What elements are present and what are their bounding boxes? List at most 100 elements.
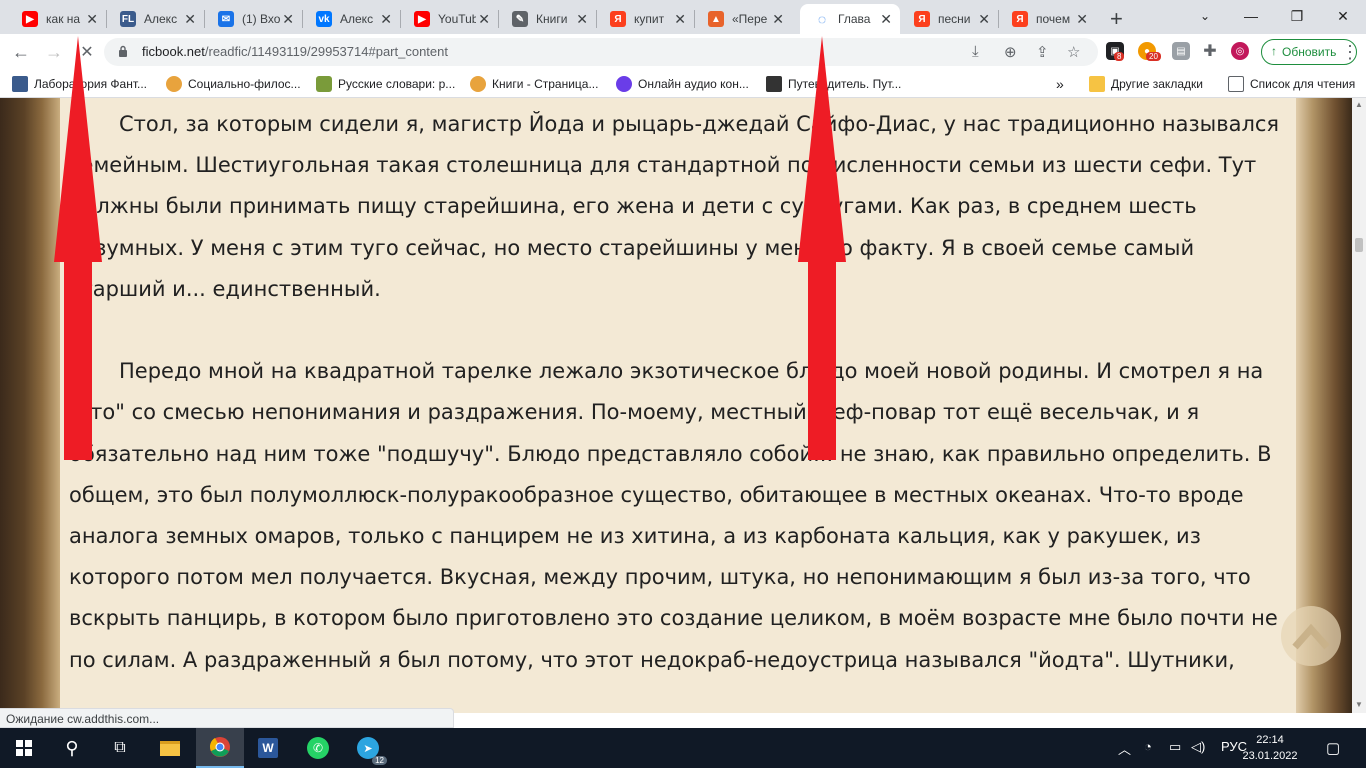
- extension-3-icon[interactable]: ▤: [1172, 42, 1190, 60]
- close-tab-icon[interactable]: ✕: [380, 11, 392, 28]
- notifications-icon[interactable]: ▢: [1326, 739, 1340, 757]
- close-tab-icon[interactable]: ✕: [282, 11, 294, 28]
- red-arrow-overlay-left: [54, 36, 102, 460]
- reading-list-label: Список для чтения: [1250, 77, 1356, 91]
- globe-icon: [470, 76, 486, 92]
- update-arrow-icon: ↑: [1271, 44, 1277, 58]
- close-tab-icon[interactable]: ✕: [674, 11, 686, 28]
- word-icon[interactable]: W: [244, 728, 292, 768]
- dictionary-icon: [316, 76, 332, 92]
- minimize-button[interactable]: —: [1228, 2, 1274, 30]
- close-tab-icon[interactable]: ✕: [1076, 11, 1088, 28]
- folder-icon: [1089, 76, 1105, 92]
- tab-1[interactable]: FL Алекс ✕: [106, 4, 204, 34]
- menu-kebab-icon[interactable]: ⋮: [1338, 40, 1362, 64]
- bookmark-label: Книги - Страница...: [492, 77, 599, 91]
- battery-icon[interactable]: ▭: [1169, 739, 1181, 755]
- tab-4[interactable]: ▶ YouTub ✕: [400, 4, 498, 34]
- tab-title: песни: [938, 12, 971, 26]
- tray-overflow-icon[interactable]: ︿: [1118, 739, 1131, 758]
- tab-8-active[interactable]: ◌ Глава ✕: [800, 4, 900, 34]
- bookmark-label: Русские словари: р...: [338, 77, 456, 91]
- browser-toolbar: ← → ✕ ficbook.net/readfic/11493119/29953…: [0, 34, 1366, 70]
- scroll-to-top-button[interactable]: [1281, 606, 1341, 666]
- profile-avatar[interactable]: ◎: [1231, 42, 1249, 60]
- zoom-icon[interactable]: ⊕: [1004, 43, 1017, 61]
- chapter-text: Стол, за которым сидели я, магистр Йода …: [69, 104, 1294, 681]
- mail-icon: ✉: [218, 11, 234, 27]
- install-icon[interactable]: ⤓: [972, 43, 979, 60]
- status-bubble: Ожидание cw.addthis.com...: [0, 708, 454, 728]
- share-icon[interactable]: ⇪: [1036, 43, 1049, 61]
- extension-1-icon[interactable]: ▣ 8: [1106, 42, 1125, 61]
- extension-2-icon[interactable]: ● 20: [1138, 42, 1161, 61]
- lock-icon: [119, 45, 127, 57]
- close-tab-icon[interactable]: ✕: [576, 11, 588, 28]
- paragraph: Стол, за которым сидели я, магистр Йода …: [69, 112, 1280, 301]
- page-scrollbar[interactable]: ▲ ▼: [1352, 98, 1366, 713]
- tab-title: купит: [634, 12, 665, 26]
- telegram-icon[interactable]: ➤ 12: [344, 728, 392, 768]
- other-bookmarks[interactable]: Другие закладки: [1089, 76, 1203, 92]
- tab-7[interactable]: ▲ «Пере ✕: [694, 4, 792, 34]
- url-path: /readfic/11493119/29953714#part_content: [204, 44, 448, 59]
- other-bookmarks-label: Другие закладки: [1111, 77, 1203, 91]
- back-button[interactable]: ←: [9, 40, 33, 64]
- more-bookmarks-button[interactable]: »: [1056, 76, 1064, 92]
- close-tab-icon[interactable]: ✕: [978, 11, 990, 28]
- tab-0[interactable]: ▶ как на ✕: [8, 4, 106, 34]
- puzzle-icon[interactable]: ✚: [1201, 42, 1219, 60]
- tab-2[interactable]: ✉ (1) Вхо ✕: [204, 4, 302, 34]
- network-icon[interactable]: ◔: [1144, 739, 1152, 754]
- address-bar[interactable]: ficbook.net/readfic/11493119/29953714#pa…: [104, 38, 1098, 66]
- tab-5[interactable]: ✎ Книги ✕: [498, 4, 596, 34]
- file-explorer-icon[interactable]: [146, 728, 194, 768]
- bookmark-item[interactable]: Русские словари: р...: [316, 76, 455, 92]
- whatsapp-icon[interactable]: ✆: [294, 728, 342, 768]
- chrome-icon[interactable]: [196, 728, 244, 768]
- youtube-icon: ▶: [414, 11, 430, 27]
- close-tab-icon[interactable]: ✕: [184, 11, 196, 28]
- bookmark-item[interactable]: Социально-филос...: [166, 76, 301, 92]
- volume-icon[interactable]: ◁): [1191, 739, 1205, 755]
- tab-search-icon[interactable]: ⌄: [1182, 2, 1228, 30]
- restore-button[interactable]: ❐: [1274, 2, 1320, 30]
- close-tab-icon[interactable]: ✕: [880, 11, 892, 28]
- new-tab-button[interactable]: +: [1110, 6, 1123, 32]
- page-viewport: Стол, за которым сидели я, магистр Йода …: [0, 98, 1366, 713]
- audio-icon: [616, 76, 632, 92]
- windows-logo-icon: [16, 740, 32, 756]
- scrollbar-thumb[interactable]: [1355, 238, 1363, 252]
- start-button[interactable]: [0, 728, 48, 768]
- reader-page: Стол, за которым сидели я, магистр Йода …: [60, 98, 1296, 713]
- task-view-icon[interactable]: ⧉: [96, 728, 144, 768]
- update-label: Обновить: [1282, 45, 1337, 59]
- close-tab-icon[interactable]: ✕: [478, 11, 490, 28]
- reading-list[interactable]: Список для чтения: [1228, 76, 1355, 92]
- tab-3[interactable]: vk Алекс ✕: [302, 4, 400, 34]
- reading-list-icon: [1228, 76, 1244, 92]
- close-tab-icon[interactable]: ✕: [772, 11, 784, 28]
- tab-10[interactable]: Я почем ✕: [998, 4, 1096, 34]
- close-window-button[interactable]: ✕: [1320, 2, 1366, 30]
- url-host: ficbook.net: [142, 44, 205, 59]
- paragraph: Передо мной на квадратной тарелке лежало…: [69, 359, 1278, 672]
- bookmark-star-icon[interactable]: ☆: [1067, 43, 1080, 61]
- url-text: ficbook.net/readfic/11493119/29953714#pa…: [142, 44, 448, 59]
- tab-9[interactable]: Я песни ✕: [900, 4, 998, 34]
- tab-6[interactable]: Я купит ✕: [596, 4, 694, 34]
- search-icon[interactable]: ⚲: [48, 728, 96, 768]
- scroll-down-icon[interactable]: ▼: [1355, 700, 1363, 709]
- tab-title: (1) Вхо: [242, 12, 280, 26]
- bookmark-item[interactable]: Онлайн аудио кон...: [616, 76, 749, 92]
- tab-title: Книги: [536, 12, 568, 26]
- ficbook-icon: FL: [120, 11, 136, 27]
- bookmark-item[interactable]: Книги - Страница...: [470, 76, 598, 92]
- bookmark-label: Социально-филос...: [188, 77, 301, 91]
- bookmarks-bar: Лаборатория Фант... Социально-филос... Р…: [0, 70, 1366, 98]
- tab-strip: ▶ как на ✕ FL Алекс ✕ ✉ (1) Вхо ✕ vk Але…: [0, 0, 1366, 34]
- clock[interactable]: 22:14 23.01.2022: [1242, 732, 1298, 764]
- tab-title: Алекс: [340, 12, 374, 26]
- close-tab-icon[interactable]: ✕: [86, 11, 98, 28]
- scroll-up-icon[interactable]: ▲: [1355, 100, 1363, 109]
